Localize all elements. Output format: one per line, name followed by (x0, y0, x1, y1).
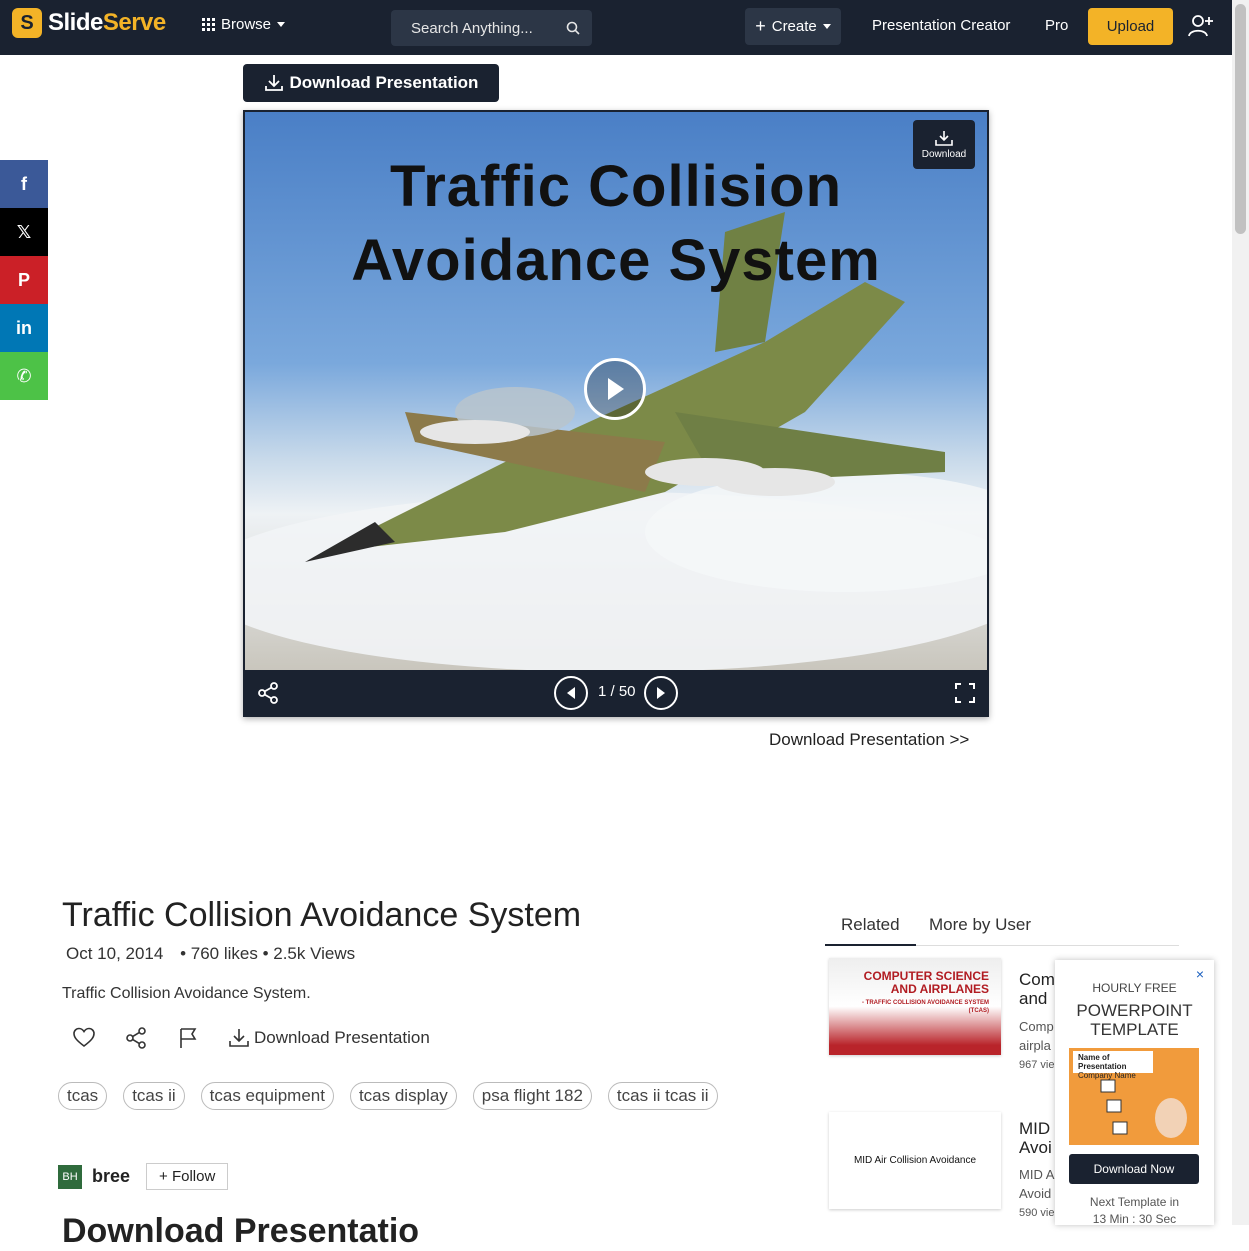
create-button[interactable]: + Create (745, 8, 841, 45)
plus-icon: + (755, 16, 766, 36)
presentation-title: Traffic Collision Avoidance System (62, 896, 582, 934)
pinterest-share-icon[interactable]: P (0, 256, 48, 304)
tag-list: tcas tcas ii tcas equipment tcas display… (58, 1082, 718, 1110)
slideserve-logo[interactable]: S SlideServe (12, 8, 166, 38)
tab-related[interactable]: Related (825, 915, 916, 946)
pro-link[interactable]: Pro (1045, 17, 1068, 34)
tag[interactable]: tcas display (349, 1082, 457, 1110)
browse-label: Browse (221, 16, 272, 33)
download-action-label: Download Presentation (254, 1028, 430, 1047)
tag[interactable]: tcas ii tcas ii (607, 1082, 718, 1110)
download-now-button[interactable]: Download Now (1069, 1154, 1199, 1184)
upload-button[interactable]: Upload (1088, 8, 1173, 45)
download-icon (229, 1029, 249, 1047)
chevron-left-icon (567, 687, 575, 699)
tab-more-by-user[interactable]: More by User (929, 915, 1031, 935)
chevron-right-icon (657, 687, 665, 699)
search-input[interactable]: Search Anything... (391, 10, 592, 46)
previous-slide-button[interactable] (554, 676, 588, 710)
related-card-views: 967 vie (1019, 1059, 1055, 1071)
logo-text: SlideServe (48, 9, 166, 36)
tag[interactable]: tcas ii (123, 1082, 185, 1110)
share-icon[interactable] (257, 682, 279, 704)
avatar[interactable]: BH (58, 1164, 82, 1189)
heart-icon[interactable] (72, 1026, 96, 1050)
logo-mark-icon: S (12, 8, 42, 38)
tag[interactable]: psa flight 182 (472, 1082, 592, 1110)
grid-icon (202, 18, 215, 31)
search-placeholder: Search Anything... (411, 19, 533, 37)
download-presentation-action[interactable]: Download Presentation (228, 1028, 430, 1048)
download-section-heading: Download Presentatio (62, 1212, 420, 1250)
browse-menu[interactable]: Browse (202, 16, 286, 33)
thumbnail-title: MID Air Collision Avoidance (853, 1155, 977, 1166)
share-icon[interactable] (124, 1026, 148, 1050)
tag[interactable]: tcas (58, 1082, 108, 1110)
viewer-controls: 1 / 50 (243, 670, 989, 717)
ad-template-thumbnail[interactable]: Name of Presentation Company Name (1069, 1048, 1199, 1145)
linkedin-share-icon[interactable]: in (0, 304, 48, 352)
slide-download-button[interactable]: Download (913, 120, 975, 169)
flag-icon[interactable] (176, 1026, 200, 1050)
scroll-thumb[interactable] (1235, 4, 1246, 234)
presentation-creator-link[interactable]: Presentation Creator (872, 17, 1010, 34)
template-ad-popup: × HOURLY FREE POWERPOINT TEMPLATE Name of… (1055, 960, 1214, 1226)
download-presentation-link[interactable]: Download Presentation >> (769, 730, 969, 750)
related-card-title[interactable]: Com and (1019, 970, 1059, 1008)
play-icon (608, 378, 624, 400)
add-user-icon[interactable] (1188, 14, 1214, 38)
follow-button[interactable]: + Follow (146, 1163, 229, 1190)
download-presentation-button[interactable]: Download Presentation (243, 64, 499, 102)
x-share-icon[interactable]: 𝕏 (0, 208, 48, 256)
ad-thumb-caption: Name of Presentation Company Name (1073, 1051, 1153, 1080)
facebook-share-icon[interactable]: f (0, 160, 48, 208)
related-card-thumbnail[interactable]: MID Air Collision Avoidance (829, 1112, 1001, 1209)
related-card-thumbnail[interactable]: COMPUTER SCIENCE AND AIRPLANES - TRAFFIC… (829, 958, 1001, 1055)
action-bar: Download Presentation (72, 1026, 430, 1050)
slide-download-label: Download (921, 148, 967, 160)
slide-title: Traffic Collision Avoidance System (351, 154, 881, 293)
close-icon[interactable]: × (1196, 966, 1204, 982)
thumbnail-title: COMPUTER SCIENCE AND AIRPLANES - TRAFFIC… (862, 969, 989, 1015)
whatsapp-share-icon[interactable]: ✆ (0, 352, 48, 400)
author-name[interactable]: bree (92, 1166, 130, 1187)
related-card-description: Comp airpla (1019, 1019, 1054, 1053)
checklist-icon (1100, 1079, 1187, 1138)
fullscreen-icon[interactable] (955, 683, 975, 703)
ad-title: POWERPOINT TEMPLATE (1076, 1001, 1193, 1039)
search-icon[interactable] (566, 21, 580, 35)
related-card-title[interactable]: MID Avoi (1019, 1119, 1059, 1157)
tag[interactable]: tcas equipment (200, 1082, 334, 1110)
related-card-views: 590 vie (1019, 1207, 1055, 1219)
next-slide-button[interactable] (644, 676, 678, 710)
related-card-description: MID A Avoid (1019, 1167, 1055, 1201)
play-button[interactable] (584, 358, 646, 420)
page-scrollbar[interactable] (1232, 0, 1249, 1225)
share-rail: f 𝕏 P in ✆ (0, 160, 48, 400)
chevron-down-icon (277, 22, 286, 27)
presentation-stats: • 760 likes • 2.5k Views (180, 944, 356, 963)
presentation-description: Traffic Collision Avoidance System. (62, 985, 311, 1002)
download-presentation-label: Download Presentation (289, 73, 479, 92)
next-template-countdown: Next Template in 13 Min : 30 Sec (1089, 1195, 1180, 1226)
ad-label: HOURLY FREE (1092, 981, 1177, 995)
page-counter: 1 / 50 (598, 683, 636, 700)
sidebar-tabs: Related More by User (825, 912, 1179, 946)
upload-date: Oct 10, 2014 (66, 944, 164, 963)
presentation-meta: Oct 10, 2014 • 760 likes • 2.5k Views (66, 944, 355, 964)
download-icon (264, 75, 283, 91)
top-navbar: S SlideServe Browse Search Anything... +… (0, 0, 1232, 55)
author-row: BH bree + Follow (58, 1163, 229, 1190)
chevron-down-icon (822, 24, 831, 29)
create-label: Create (771, 18, 817, 35)
download-icon (935, 130, 953, 146)
